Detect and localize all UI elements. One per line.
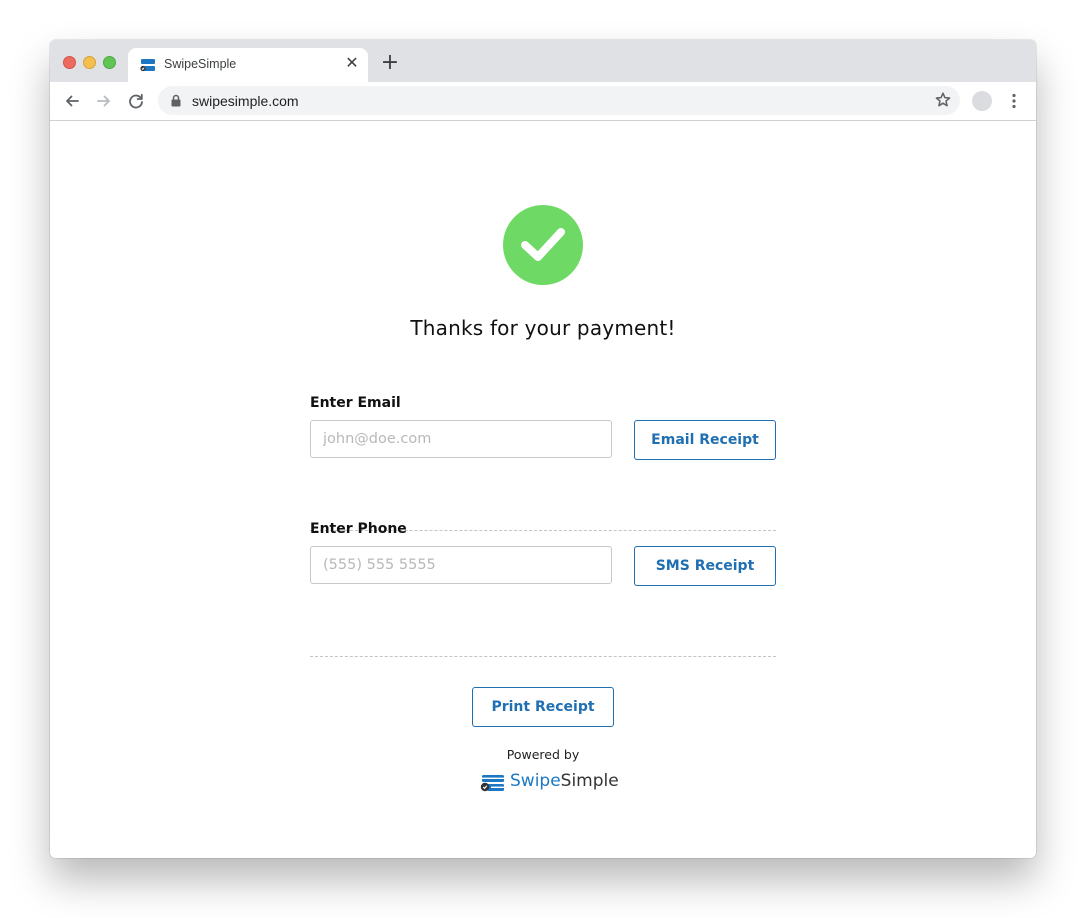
swipesimple-brand: SwipeSimple bbox=[480, 771, 619, 793]
browser-window: SwipeSimple ✕ + swipesimple.com Thanks f… bbox=[50, 40, 1036, 858]
tab-swipesimple[interactable]: SwipeSimple ✕ bbox=[128, 48, 368, 82]
address-bar[interactable]: swipesimple.com bbox=[158, 86, 960, 115]
url-text[interactable]: swipesimple.com bbox=[192, 93, 299, 109]
phone-label: Enter Phone bbox=[310, 521, 407, 537]
print-receipt-button[interactable]: Print Receipt bbox=[472, 687, 614, 727]
divider bbox=[310, 656, 776, 657]
page-content: Thanks for your payment! Enter Email Ema… bbox=[50, 121, 1036, 858]
lock-icon bbox=[171, 94, 181, 107]
sms-receipt-button[interactable]: SMS Receipt bbox=[634, 546, 776, 586]
tab-close-icon[interactable]: ✕ bbox=[344, 56, 360, 72]
brand-wordmark: SwipeSimple bbox=[510, 771, 619, 791]
tab-strip: SwipeSimple ✕ + bbox=[50, 40, 1036, 82]
email-label: Enter Email bbox=[310, 395, 401, 411]
brand-wordmark-swipe: Swipe bbox=[510, 771, 561, 791]
email-field[interactable] bbox=[310, 420, 612, 458]
new-tab-button[interactable]: + bbox=[380, 52, 400, 74]
phone-field[interactable] bbox=[310, 546, 612, 584]
minimize-window-button[interactable] bbox=[83, 56, 96, 69]
brand-wordmark-simple: Simple bbox=[560, 771, 619, 791]
success-badge bbox=[503, 205, 583, 285]
star-icon[interactable] bbox=[934, 91, 952, 109]
reload-icon[interactable] bbox=[126, 91, 146, 111]
powered-by-text: Powered by bbox=[506, 747, 580, 762]
kebab-menu-icon[interactable] bbox=[1004, 91, 1024, 111]
back-arrow-icon[interactable] bbox=[62, 91, 82, 111]
swipesimple-favicon-icon bbox=[140, 59, 155, 72]
check-icon bbox=[521, 228, 565, 261]
email-receipt-button[interactable]: Email Receipt bbox=[634, 420, 776, 460]
close-window-button[interactable] bbox=[63, 56, 76, 69]
profile-avatar[interactable] bbox=[972, 91, 992, 111]
swipesimple-logo-icon bbox=[480, 775, 504, 792]
tab-title: SwipeSimple bbox=[164, 57, 237, 71]
browser-toolbar: swipesimple.com bbox=[50, 82, 1036, 121]
page-title: Thanks for your payment! bbox=[410, 316, 676, 340]
forward-arrow-icon[interactable] bbox=[94, 91, 114, 111]
maximize-window-button[interactable] bbox=[103, 56, 116, 69]
